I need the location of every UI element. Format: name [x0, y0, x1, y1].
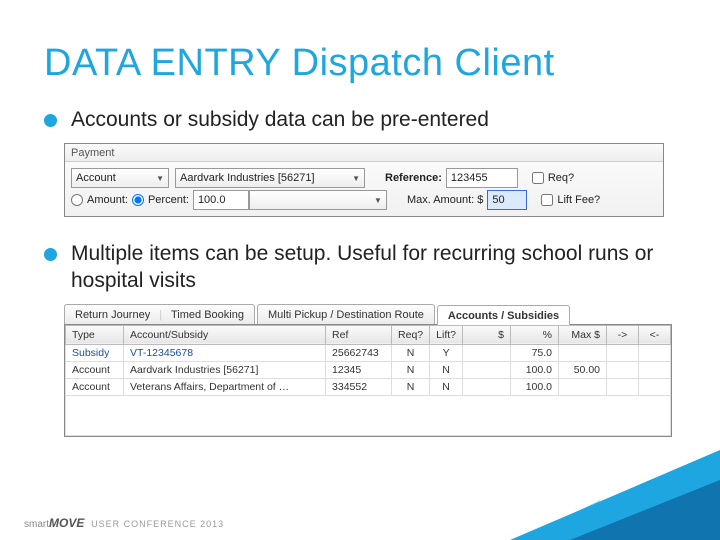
chevron-down-icon: ▼	[156, 174, 164, 183]
col-percent[interactable]: %	[511, 325, 559, 344]
table-row[interactable]: Subsidy VT-12345678 25662743 N Y 75.0	[66, 344, 671, 361]
table-row[interactable]: Account Aardvark Industries [56271] 1234…	[66, 361, 671, 378]
col-ref[interactable]: Ref	[326, 325, 392, 344]
percent-radio[interactable]	[132, 194, 144, 206]
percent-value: 100.0	[198, 194, 226, 206]
req-label: Req?	[548, 172, 574, 184]
reference-input[interactable]: 123455	[446, 168, 518, 188]
col-amount[interactable]: $	[463, 325, 511, 344]
tab-multi-pickup[interactable]: Multi Pickup / Destination Route	[257, 304, 435, 324]
max-amount-value: 50	[492, 194, 504, 206]
max-amount-input[interactable]: 50	[487, 190, 527, 210]
tab-bar: Return Journey | Timed Booking Multi Pic…	[64, 304, 672, 324]
payment-panel: Payment Account ▼ Aardvark Industries [5…	[64, 143, 664, 217]
bullet-icon	[44, 114, 57, 127]
bullet-icon	[44, 248, 57, 261]
slide-footer: smartMOVE USER CONFERENCE 2013	[0, 498, 720, 540]
chevron-down-icon: ▼	[352, 174, 360, 183]
col-back[interactable]: <-	[639, 325, 671, 344]
tab-accounts-label: Accounts / Subsidies	[448, 310, 559, 322]
bullet-2: Multiple items can be setup. Useful for …	[44, 241, 676, 294]
bullet-1: Accounts or subsidy data can be pre-ente…	[44, 107, 676, 133]
reference-label: Reference:	[385, 172, 442, 184]
footer-brand: smartMOVE USER CONFERENCE 2013	[24, 516, 224, 530]
tab-return-timed[interactable]: Return Journey | Timed Booking	[64, 304, 255, 324]
col-req[interactable]: Req?	[392, 325, 430, 344]
col-max[interactable]: Max $	[559, 325, 607, 344]
percent-unit-dropdown[interactable]: ▼	[249, 190, 387, 210]
col-account[interactable]: Account/Subsidy	[124, 325, 326, 344]
payment-group-label: Payment	[65, 144, 663, 162]
lift-fee-checkbox[interactable]	[541, 194, 553, 206]
max-amount-label: Max. Amount: $	[407, 194, 483, 206]
lift-fee-label: Lift Fee?	[557, 194, 600, 206]
payment-type-value: Account	[76, 172, 116, 184]
table-empty-area	[66, 395, 671, 435]
bullet-1-text: Accounts or subsidy data can be pre-ente…	[71, 107, 489, 133]
payment-type-dropdown[interactable]: Account ▼	[71, 168, 169, 188]
col-lift[interactable]: Lift?	[430, 325, 463, 344]
table-row[interactable]: Account Veterans Affairs, Department of …	[66, 378, 671, 395]
amount-label: Amount:	[87, 194, 128, 206]
tab-multi-label: Multi Pickup / Destination Route	[268, 309, 424, 321]
reference-value: 123455	[451, 172, 488, 184]
tab-accounts-subsidies[interactable]: Accounts / Subsidies	[437, 305, 570, 325]
tab-return-label: Return Journey	[75, 309, 150, 321]
account-dropdown[interactable]: Aardvark Industries [56271] ▼	[175, 168, 365, 188]
tab-separator: |	[159, 309, 162, 321]
percent-input[interactable]: 100.0	[193, 190, 249, 210]
amount-radio[interactable]	[71, 194, 83, 206]
bullet-2-text: Multiple items can be setup. Useful for …	[71, 241, 676, 294]
table-header-row: Type Account/Subsidy Ref Req? Lift? $ % …	[66, 325, 671, 344]
req-checkbox[interactable]	[532, 172, 544, 184]
decor-triangle	[570, 480, 720, 540]
col-forward[interactable]: ->	[607, 325, 639, 344]
page-title: DATA ENTRY Dispatch Client	[44, 42, 676, 85]
percent-label: Percent:	[148, 194, 189, 206]
tab-timed-label: Timed Booking	[171, 309, 244, 321]
col-type[interactable]: Type	[66, 325, 124, 344]
subsidies-grid: Type Account/Subsidy Ref Req? Lift? $ % …	[64, 324, 672, 437]
account-value: Aardvark Industries [56271]	[180, 172, 315, 184]
chevron-down-icon: ▼	[374, 196, 382, 205]
